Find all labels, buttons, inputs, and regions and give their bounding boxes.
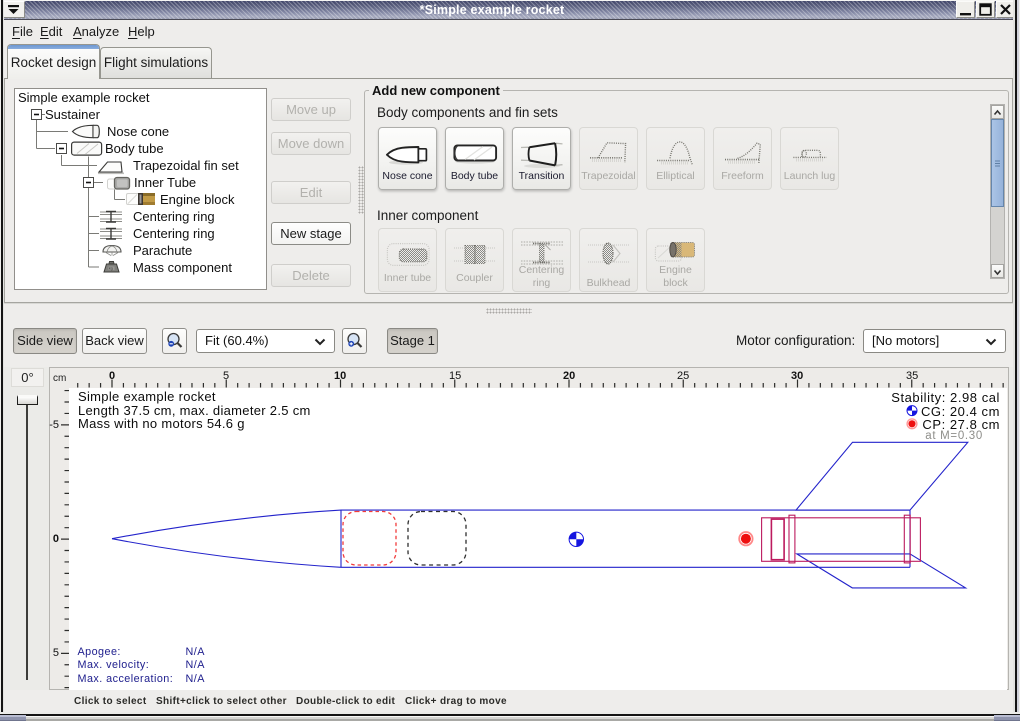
- svg-text:Centering ring: Centering ring: [133, 209, 215, 224]
- svg-text:Inner Tube: Inner Tube: [134, 175, 196, 190]
- svg-text:Body tube: Body tube: [105, 141, 164, 156]
- svg-text:Parachute: Parachute: [133, 243, 192, 258]
- svg-text:Simple example rocket: Simple example rocket: [18, 90, 150, 105]
- svg-text:Sustainer: Sustainer: [45, 107, 101, 122]
- svg-text:kg: kg: [109, 267, 113, 271]
- svg-text:Mass component: Mass component: [133, 260, 232, 275]
- svg-text:Centering ring: Centering ring: [133, 226, 215, 241]
- svg-text:Trapezoidal fin set: Trapezoidal fin set: [133, 158, 239, 173]
- svg-text:Nose cone: Nose cone: [107, 124, 169, 139]
- svg-text:Engine block: Engine block: [160, 192, 235, 207]
